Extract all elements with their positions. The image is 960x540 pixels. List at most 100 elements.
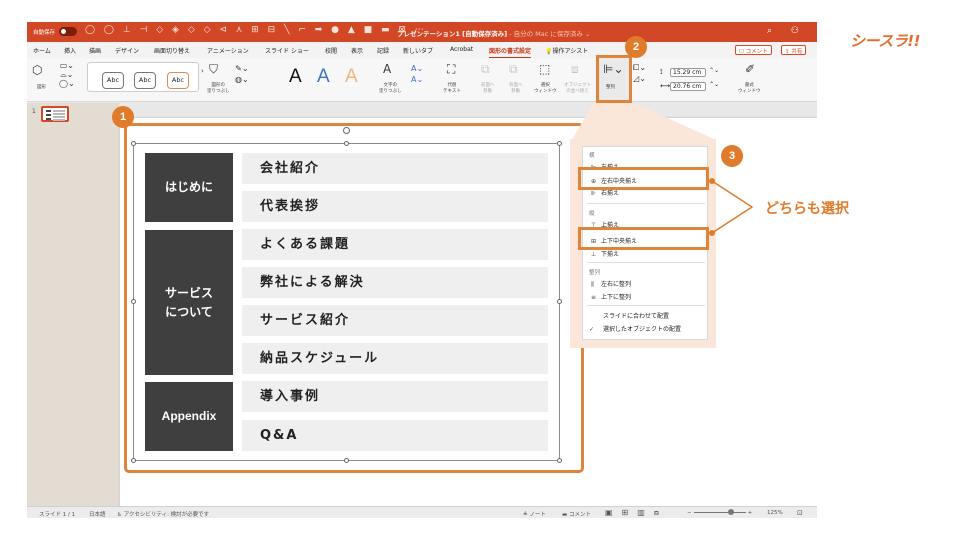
text-fill-label-line2: 塗りつぶし bbox=[379, 89, 402, 94]
selection-pane-icon[interactable]: ⬚ bbox=[539, 62, 550, 76]
accessibility-label: アクセシビリティ: 検討が必要です bbox=[123, 512, 210, 518]
ribbon-tabs: ホーム 挿入 描画 デザイン 画面切り替え アニメーション スライド ショー 校… bbox=[27, 42, 817, 58]
shape-fill-icon[interactable]: ⛉ bbox=[209, 62, 218, 77]
document-name: プレゼンテーション1 [自動保存済み] bbox=[397, 30, 508, 38]
menu-align-selected[interactable]: ✓ 選択したオブジェクトの配置 bbox=[589, 324, 681, 333]
shape-fill-label: 図形の 塗りつぶし bbox=[207, 83, 230, 95]
tab-transitions[interactable]: 画面切り替え bbox=[154, 46, 190, 55]
document-title: プレゼンテーション1 [自動保存済み] - 自分の Mac に保存済み ⌄ bbox=[397, 28, 590, 38]
tab-review[interactable]: 校閲 bbox=[325, 46, 337, 55]
style-sample-3[interactable]: Abc bbox=[167, 72, 189, 89]
autosave-label: 自動保存 bbox=[33, 30, 56, 36]
checkmark-icon: ✓ bbox=[589, 326, 595, 333]
tab-home[interactable]: ホーム bbox=[33, 46, 51, 55]
menu-separator bbox=[587, 305, 705, 306]
comments-button[interactable]: ☐ コメント bbox=[735, 45, 772, 55]
shape-insert-icon[interactable]: ⬡ bbox=[32, 63, 42, 77]
alt-text-label-line1: 代替 bbox=[447, 83, 457, 88]
bring-forward-label-line1: 前面へ bbox=[481, 83, 495, 88]
shape-edit-icons[interactable]: ▭⌄ ⌓⌄ ◯⌄ bbox=[59, 61, 75, 88]
width-spinner[interactable]: ⟷ 20.76 cm ⌃⌄ bbox=[660, 81, 719, 91]
accessibility-status[interactable]: ♿︎ アクセシビリティ: 検討が必要です bbox=[117, 510, 209, 518]
slide-thumbnail[interactable] bbox=[41, 106, 69, 122]
menu-header-vertical: 縦 bbox=[589, 211, 595, 217]
tab-design[interactable]: デザイン bbox=[115, 46, 139, 55]
fit-slide-icon[interactable]: ⊡ bbox=[797, 509, 803, 517]
quick-access-shapes[interactable]: ◯ ◯ ⊥ ⊣ ◇ ◈ ◇ ◇ ⊲ ⋏ ⊞ ⊟ ╲ ⌐ ➡ ● ▲ ■ ▬ ⊠ … bbox=[85, 25, 427, 35]
step-callout-2: 2 bbox=[625, 36, 647, 58]
shape-fill-label-line1: 図形の bbox=[211, 83, 226, 88]
titlebar-search-and-account-icons[interactable]: ⌕ ⚇ bbox=[767, 26, 807, 36]
bring-forward-icon[interactable]: ⧉ bbox=[481, 62, 490, 77]
selection-pane-label-line1: 選択 bbox=[540, 83, 550, 88]
style-sample-2[interactable]: Abc bbox=[134, 72, 156, 89]
gallery-more-icon[interactable]: › bbox=[201, 67, 204, 75]
tab-draw[interactable]: 描画 bbox=[89, 46, 101, 55]
notes-button[interactable]: ≜ ノート bbox=[523, 510, 546, 518]
format-pane-label-line2: ウィンドウ bbox=[738, 89, 761, 94]
tab-shape-format[interactable]: 図形の書式設定 bbox=[489, 46, 532, 58]
comments-status-button[interactable]: ▬ コメント bbox=[562, 510, 591, 518]
width-field[interactable]: 20.76 cm bbox=[670, 82, 706, 91]
highlight-frame-center-vertical bbox=[578, 227, 709, 250]
wordart-blue[interactable]: A bbox=[317, 66, 330, 88]
menu-distribute-vertical[interactable]: ≡ 上下に整列 bbox=[591, 292, 631, 301]
menu-align-bottom[interactable]: ⊥ 下揃え bbox=[591, 249, 619, 258]
zoom-slider[interactable]: − + bbox=[687, 509, 752, 516]
outline-effects-icons[interactable]: ✎⌄ ◍⌄ bbox=[235, 63, 249, 85]
tab-acrobat[interactable]: Acrobat bbox=[450, 46, 473, 53]
height-icon: ⟟ bbox=[660, 68, 663, 76]
format-pane-icon[interactable]: ✐ bbox=[745, 62, 755, 76]
align-right-icon: ⊪ bbox=[591, 190, 597, 197]
height-spinner[interactable]: ⟟ 15.29 cm ⌃⌄ bbox=[660, 67, 719, 77]
language-indicator[interactable]: 日本語 bbox=[89, 510, 106, 518]
send-backward-label: 背面へ 移動 bbox=[509, 83, 523, 95]
menu-align-selected-label: 選択したオブジェクトの配置 bbox=[603, 326, 682, 333]
send-backward-label-line2: 移動 bbox=[511, 89, 521, 94]
slide-thumbnail-pane: 1 bbox=[27, 103, 119, 506]
selection-pane-label-line2: ウィンドウ bbox=[534, 89, 557, 94]
wordart-orange[interactable]: A bbox=[345, 66, 358, 88]
slide-count: スライド 1 / 1 bbox=[39, 512, 76, 518]
share-button[interactable]: ⇪ 共有 bbox=[781, 45, 807, 55]
arrange-objects-label-line2: の並べ替え bbox=[566, 89, 589, 94]
menu-distribute-horizontal-label: 左右に整列 bbox=[601, 281, 632, 288]
menu-separator bbox=[587, 262, 705, 263]
tab-animations[interactable]: アニメーション bbox=[207, 46, 249, 55]
width-stepper-arrows[interactable]: ⌃⌄ bbox=[709, 81, 719, 88]
height-field[interactable]: 15.29 cm bbox=[670, 68, 706, 77]
menu-align-right-label: 右揃え bbox=[601, 190, 620, 197]
group-rotate-icons[interactable]: ⧠⌄ ◿⌄ bbox=[633, 62, 646, 84]
tab-slideshow[interactable]: スライド ショー bbox=[265, 46, 309, 55]
site-logo: シースラ!! bbox=[850, 32, 920, 50]
menu-header-distribute: 整列 bbox=[589, 270, 601, 276]
text-fill-icon[interactable]: A bbox=[383, 62, 391, 76]
menu-distribute-horizontal[interactable]: ⫼ 左右に整列 bbox=[591, 279, 631, 289]
tab-tell-me[interactable]: 💡操作アシスト bbox=[545, 46, 588, 55]
shape-style-gallery: Abc Abc Abc bbox=[87, 62, 199, 92]
wordart-black[interactable]: A bbox=[289, 66, 302, 88]
menu-align-to-slide[interactable]: スライドに合わせて配置 bbox=[603, 311, 669, 320]
menu-separator bbox=[587, 203, 705, 204]
autosave-toggle[interactable] bbox=[59, 27, 77, 36]
align-bottom-icon: ⊥ bbox=[591, 251, 597, 258]
zoom-level[interactable]: 125% bbox=[767, 510, 783, 516]
text-outline-effects-icons[interactable]: A⌄ A⌄ bbox=[411, 63, 423, 85]
arrange-objects-icon[interactable]: ⧈ bbox=[571, 62, 579, 77]
status-bar: スライド 1 / 1 日本語 ♿︎ アクセシビリティ: 検討が必要です ≜ ノー… bbox=[27, 506, 817, 518]
style-sample-1[interactable]: Abc bbox=[102, 72, 124, 89]
tab-tell-me-label: 操作アシスト bbox=[552, 48, 589, 55]
height-stepper-arrows[interactable]: ⌃⌄ bbox=[709, 67, 719, 74]
tab-insert[interactable]: 挿入 bbox=[64, 46, 76, 55]
arrange-objects-label-line1: オブジェクト bbox=[564, 83, 591, 88]
width-icon: ⟷ bbox=[660, 82, 671, 90]
send-backward-icon[interactable]: ⧉ bbox=[509, 62, 518, 77]
view-buttons[interactable]: ▣⊞▥⧈ bbox=[605, 508, 668, 518]
tab-view[interactable]: 表示 bbox=[351, 46, 363, 55]
tab-new[interactable]: 新しいタブ bbox=[403, 46, 433, 55]
menu-distribute-vertical-label: 上下に整列 bbox=[601, 294, 632, 301]
text-fill-label-line1: 文字の bbox=[383, 83, 398, 88]
title-bar: 自動保存 ◯ ◯ ⊥ ⊣ ◇ ◈ ◇ ◇ ⊲ ⋏ ⊞ ⊟ ╲ ⌐ ➡ ● ▲ ■… bbox=[27, 22, 817, 42]
alt-text-icon[interactable]: ⛶ bbox=[447, 62, 455, 77]
tab-record[interactable]: 記録 bbox=[377, 46, 389, 55]
